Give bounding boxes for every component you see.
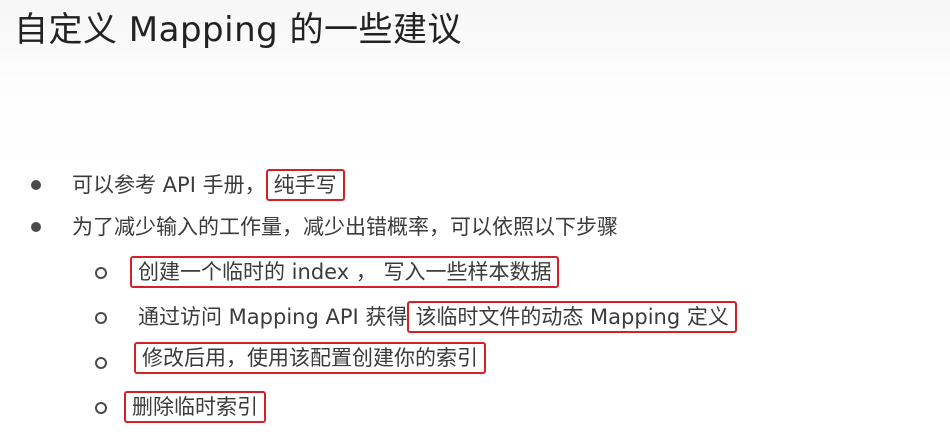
sub-bullet-item-4: 删除临时索引: [124, 391, 266, 423]
sub-bullet-item-1: 创建一个临时的 index ， 写入一些样本数据: [130, 256, 560, 288]
sub-bullet-4-highlight: 删除临时索引: [124, 391, 266, 423]
bullet-item-1: 可以参考 API 手册， 纯手写: [72, 169, 345, 201]
bullet-1-highlight: 纯手写: [265, 169, 345, 201]
bullet-dot-icon: [31, 180, 41, 190]
sub-bullet-3-highlight: 修改后用，使用该配置创建你的索引: [134, 342, 486, 374]
bullet-dot-icon: [31, 222, 41, 232]
sub-bullet-circle-icon: [95, 312, 107, 324]
sub-bullet-1-highlight: 创建一个临时的 index ， 写入一些样本数据: [130, 256, 560, 288]
sub-bullet-circle-icon: [95, 267, 107, 279]
bullet-item-2: 为了减少输入的工作量，减少出错概率，可以依照以下步骤: [72, 212, 618, 242]
sub-bullet-2-highlight: 该临时文件的动态 Mapping 定义: [407, 301, 737, 333]
bullet-1-prefix: 可以参考 API 手册，: [72, 173, 266, 197]
sub-bullet-2-prefix: 通过访问 Mapping API 获得: [138, 305, 408, 329]
bullet-2-text: 为了减少输入的工作量，减少出错概率，可以依照以下步骤: [72, 215, 618, 239]
sub-bullet-item-3: 修改后用，使用该配置创建你的索引: [134, 342, 486, 374]
sub-bullet-circle-icon: [95, 402, 107, 414]
sub-bullet-circle-icon: [95, 357, 107, 369]
slide-title: 自定义 Mapping 的一些建议: [14, 10, 463, 50]
sub-bullet-item-2: 通过访问 Mapping API 获得 该临时文件的动态 Mapping 定义: [138, 301, 737, 333]
